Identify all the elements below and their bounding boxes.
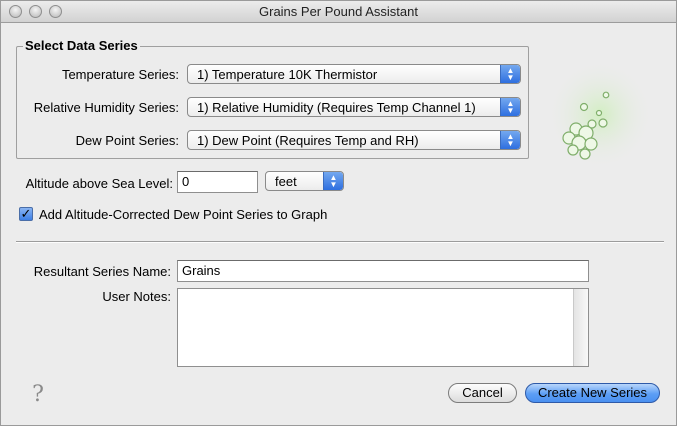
altitude-unit-value: feet xyxy=(275,174,297,189)
notes-scrollbar[interactable] xyxy=(573,289,588,366)
select-arrows-icon: ▲ ▼ xyxy=(500,65,520,83)
humidity-series-value: 1) Relative Humidity (Requires Temp Chan… xyxy=(197,100,476,115)
grains-illustration xyxy=(546,53,654,165)
select-arrows-icon: ▲ ▼ xyxy=(500,98,520,116)
create-new-series-button[interactable]: Create New Series xyxy=(525,383,660,403)
altitude-unit-select[interactable]: feet ▲ ▼ xyxy=(265,171,344,191)
resultant-series-label: Resultant Series Name: xyxy=(33,264,171,279)
user-notes-textarea[interactable] xyxy=(177,288,589,367)
help-icon[interactable]: ? xyxy=(28,382,48,407)
group-legend: Select Data Series xyxy=(23,38,140,53)
humidity-series-select[interactable]: 1) Relative Humidity (Requires Temp Chan… xyxy=(187,97,521,117)
select-arrows-icon: ▲ ▼ xyxy=(500,131,520,149)
section-separator xyxy=(16,241,664,243)
resultant-series-input[interactable]: Grains xyxy=(177,260,589,282)
altitude-label: Altitude above Sea Level: xyxy=(25,176,173,191)
temperature-series-value: 1) Temperature 10K Thermistor xyxy=(197,67,378,82)
dewpoint-series-value: 1) Dew Point (Requires Temp and RH) xyxy=(197,133,419,148)
checkmark-icon: ✓ xyxy=(20,206,32,221)
select-arrows-icon: ▲ ▼ xyxy=(323,172,343,190)
temperature-series-select[interactable]: 1) Temperature 10K Thermistor ▲ ▼ xyxy=(187,64,521,84)
dewpoint-series-select[interactable]: 1) Dew Point (Requires Temp and RH) ▲ ▼ xyxy=(187,130,521,150)
cancel-button[interactable]: Cancel xyxy=(448,383,517,403)
dewpoint-series-label: Dew Point Series: xyxy=(75,133,179,148)
add-dewpoint-checkbox[interactable]: ✓ xyxy=(19,207,33,221)
temperature-series-label: Temperature Series: xyxy=(61,67,179,82)
assistant-window: Grains Per Pound Assistant Select Data S… xyxy=(0,0,677,426)
user-notes-label: User Notes: xyxy=(102,289,171,304)
add-dewpoint-label[interactable]: Add Altitude-Corrected Dew Point Series … xyxy=(39,207,327,222)
humidity-series-label: Relative Humidity Series: xyxy=(33,100,179,115)
title-bar[interactable]: Grains Per Pound Assistant xyxy=(1,1,676,23)
window-title: Grains Per Pound Assistant xyxy=(259,4,418,19)
altitude-input[interactable]: 0 xyxy=(177,171,258,193)
